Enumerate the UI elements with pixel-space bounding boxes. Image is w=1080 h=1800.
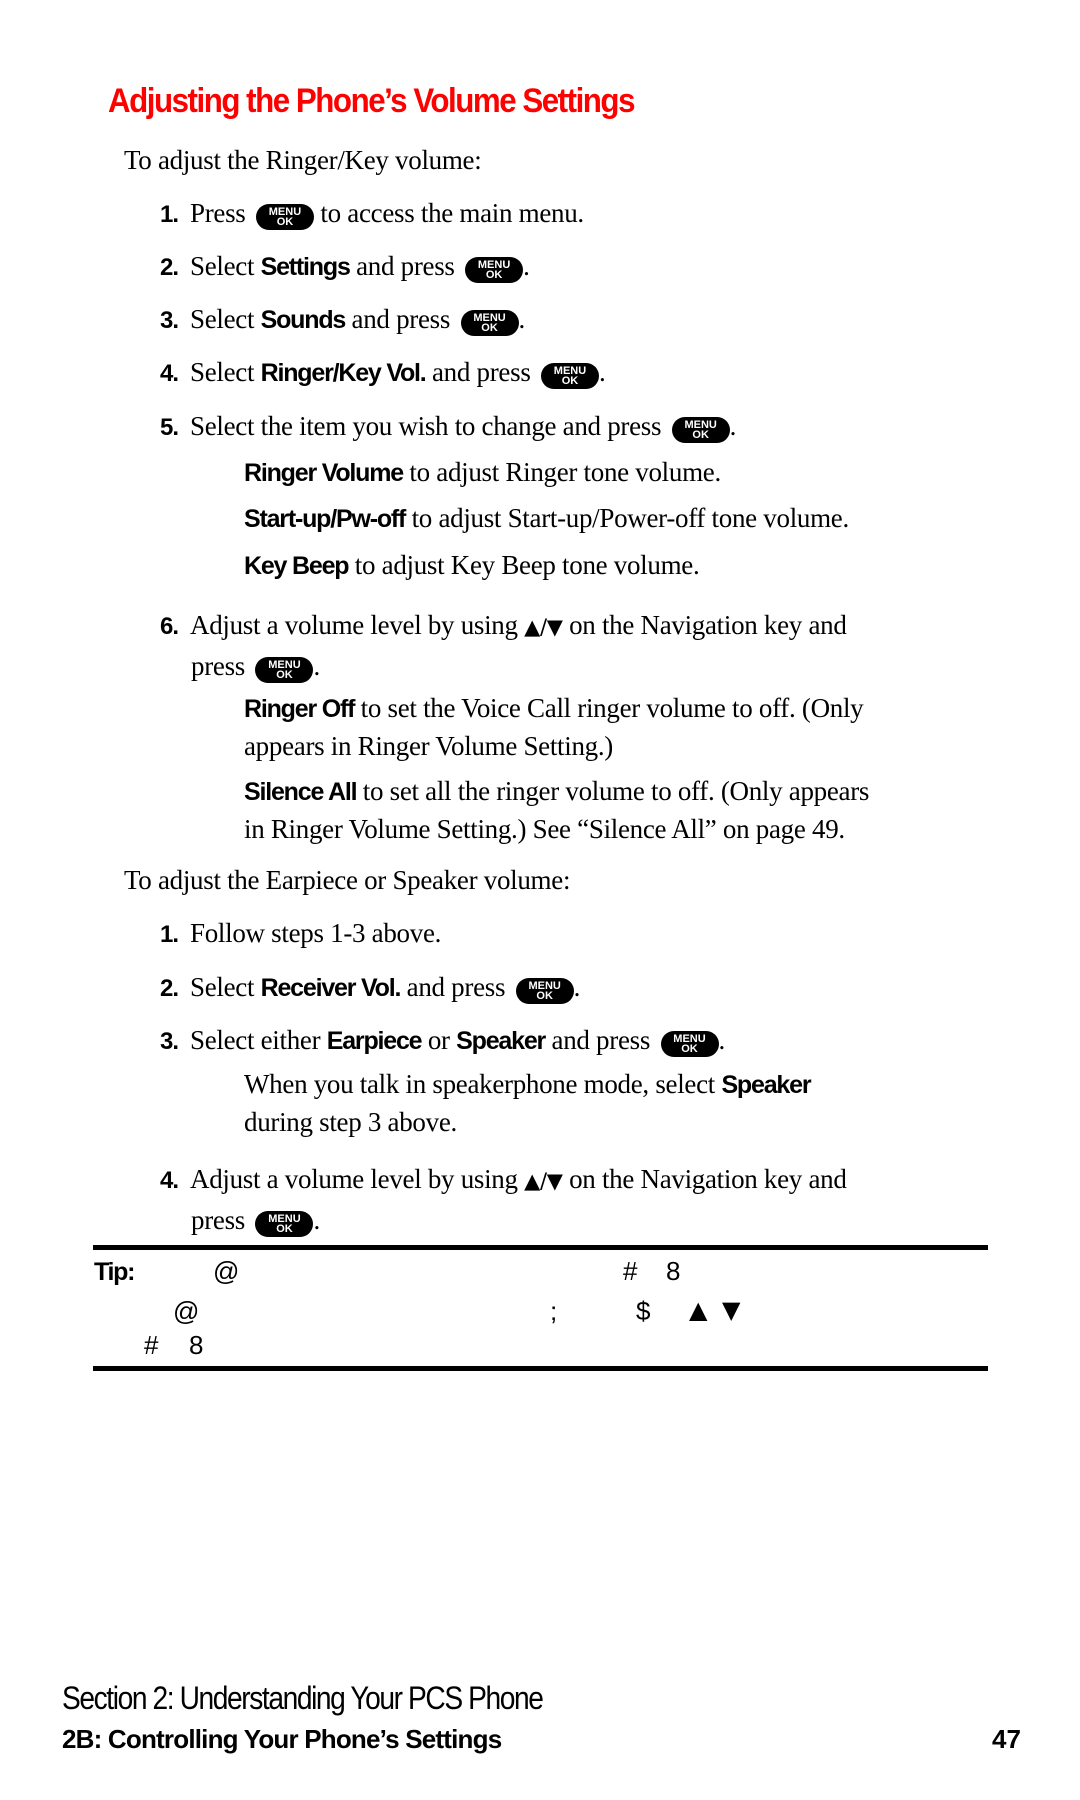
menu-ok-key-icon: MENU OK — [255, 1211, 314, 1237]
step-number: 6. — [160, 613, 179, 640]
tip-bottom-rule — [93, 1366, 988, 1371]
earpiece-step-3: 3. Select either Earpiece or Speaker and … — [160, 1025, 725, 1057]
step-number: 4. — [160, 360, 179, 387]
ringer-step-2: 2. Select Settings and press MENU OK. — [160, 251, 530, 283]
down-arrow-icon: ▼ — [722, 1296, 741, 1324]
ringer-step-6: 6. Adjust a volume level by using ▲/▼ on … — [160, 606, 847, 686]
ringer-intro: To adjust the Ringer/Key volume: — [124, 145, 482, 175]
up-down-arrow-icon: ▲/▼ — [524, 615, 563, 639]
up-down-arrow-icon: ▲/▼ — [524, 1169, 563, 1193]
menu-ok-key-icon: MENU OK — [460, 310, 519, 336]
step-number: 3. — [160, 307, 179, 334]
menu-option-speaker: Speaker — [456, 1027, 546, 1055]
option-key-beep: Key Beep to adjust Key Beep tone volume. — [244, 550, 700, 580]
footer-chapter-title: 2B: Controlling Your Phone’s Settings — [62, 1724, 502, 1754]
menu-option-sounds: Sounds — [260, 306, 347, 334]
menu-option-settings: Settings — [260, 253, 351, 281]
manual-page: Adjusting the Phone’s Volume Settings To… — [62, 82, 1021, 1754]
step-number: 1. — [160, 201, 179, 228]
page-number: 47 — [992, 1724, 1021, 1754]
ringer-step-3: 3. Select Sounds and press MENU OK. — [160, 304, 525, 336]
earpiece-step-2: 2. Select Receiver Vol. and press MENU OK. — [160, 972, 581, 1004]
tip-top-rule — [93, 1245, 988, 1250]
menu-option-ringer-key-vol: Ringer/Key Vol. — [260, 359, 427, 387]
menu-ok-key-icon: MENU OK — [255, 657, 314, 683]
option-startup-pwoff: Start-up/Pw-off to adjust Start-up/Power… — [244, 503, 849, 533]
tip-label: Tip: — [94, 1258, 135, 1286]
note-silence-all: Silence All to set all the ringer volume… — [244, 776, 870, 844]
menu-ok-key-icon: MENU OK — [660, 1031, 719, 1057]
ringer-step-4: 4. Select Ringer/Key Vol. and press MENU O… — [160, 357, 606, 389]
earpiece-intro: To adjust the Earpiece or Speaker volume… — [124, 865, 571, 895]
step-number: 3. — [160, 1028, 179, 1055]
menu-ok-key-icon: MENU OK — [465, 257, 524, 283]
menu-ok-key-icon: MENU OK — [540, 363, 599, 389]
earpiece-step-4: 4. Adjust a volume level by using ▲/▼ on … — [160, 1160, 847, 1240]
option-ringer-volume: Ringer Volume to adjust Ringer tone volu… — [244, 457, 721, 487]
ringer-step-5: 5. Select the item you wish to change and… — [160, 411, 737, 443]
up-arrow-icon: ▲ — [689, 1296, 708, 1324]
earpiece-step-1: 1. Follow steps 1-3 above. — [160, 918, 442, 948]
step-number: 2. — [160, 254, 179, 281]
step-number: 4. — [160, 1167, 179, 1194]
menu-ok-key-icon: MENU OK — [671, 417, 730, 443]
step-number: 1. — [160, 921, 179, 948]
menu-option-receiver-vol: Receiver Vol. — [260, 974, 402, 1002]
menu-ok-key-icon: MENU OK — [255, 204, 314, 230]
ringer-step-1: 1. Press MENU OK to access the main menu. — [160, 198, 584, 230]
step-number: 5. — [160, 414, 179, 441]
menu-option-earpiece: Earpiece — [326, 1027, 423, 1055]
step-number: 2. — [160, 975, 179, 1002]
page-title: Adjusting the Phone’s Volume Settings — [108, 82, 635, 120]
menu-ok-key-icon: MENU OK — [515, 978, 574, 1004]
note-speakerphone: When you talk in speakerphone mode, sele… — [244, 1069, 812, 1137]
footer-section-title: Section 2: Understanding Your PCS Phone — [62, 1680, 544, 1716]
note-ringer-off: Ringer Off to set the Voice Call ringer … — [244, 693, 864, 761]
